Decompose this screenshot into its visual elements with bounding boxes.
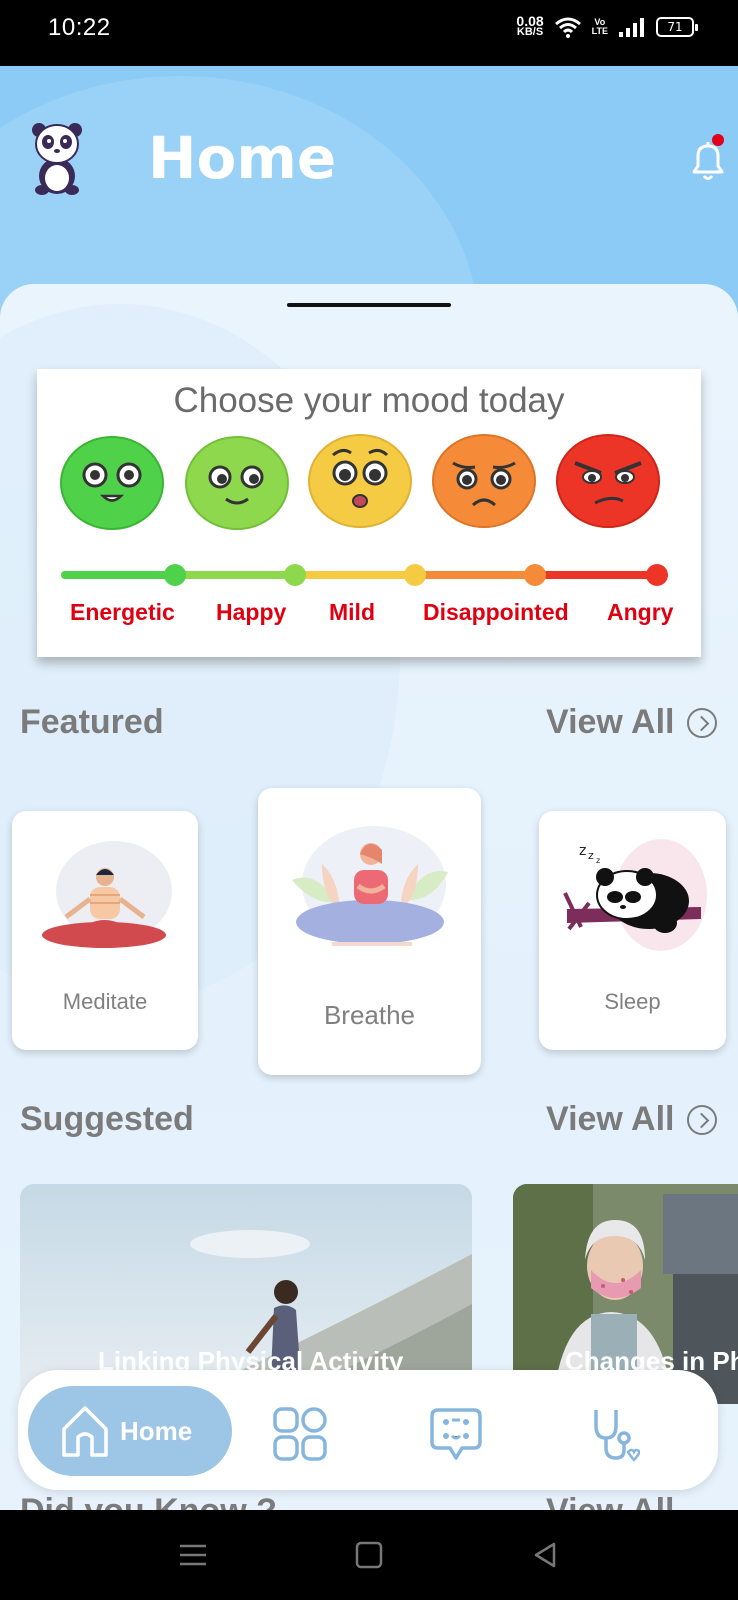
chevron-right-circle-icon <box>686 707 717 738</box>
mood-label-energetic[interactable]: Energetic <box>70 599 175 626</box>
svg-text:z: z <box>588 849 594 862</box>
status-icons: 0.08 KB/S Vo LTE 71 <box>516 14 698 38</box>
featured-label-breathe: Breathe <box>323 1000 416 1030</box>
wifi-icon <box>554 17 581 38</box>
happy-face-icon[interactable] <box>184 433 290 533</box>
tab-home-label: Home <box>120 1415 193 1446</box>
breathe-illustration-icon <box>292 826 448 946</box>
suggested-view-all-label: View All <box>546 1100 675 1138</box>
volte-bottom: LTE <box>591 26 608 36</box>
back-triangle-icon[interactable] <box>530 1540 560 1570</box>
sheet-grabber[interactable] <box>287 303 451 307</box>
energetic-face-icon[interactable] <box>59 433 165 533</box>
mood-label-happy[interactable]: Happy <box>216 599 286 626</box>
featured-card-breathe[interactable]: Breathe <box>258 788 481 1075</box>
tab-home[interactable]: Home <box>28 1386 232 1476</box>
net-speed: 0.08 KB/S <box>516 14 544 38</box>
disappointed-face-icon[interactable] <box>431 433 537 533</box>
home-icon <box>62 1406 108 1457</box>
bottom-tab-bar: Home <box>18 1370 718 1490</box>
meditate-illustration-icon <box>42 841 172 948</box>
featured-view-all[interactable]: View All <box>546 703 717 742</box>
mood-card: Choose your mood today Energetic Happy M… <box>37 369 701 657</box>
mood-title: Choose your mood today <box>173 381 565 420</box>
status-bar: 10:22 0.08 KB/S Vo LTE 71 <box>0 0 738 66</box>
suggested-view-all[interactable]: View All <box>546 1100 717 1139</box>
mood-label-mild[interactable]: Mild <box>329 599 375 626</box>
featured-title: Featured <box>20 703 164 741</box>
chat-bubble-icon[interactable] <box>428 1406 484 1462</box>
svg-text:z: z <box>579 843 586 859</box>
signal-icon <box>619 18 644 37</box>
net-speed-unit: KB/S <box>516 26 544 38</box>
mood-label-disappointed[interactable]: Disappointed <box>423 599 569 626</box>
volte-indicator: Vo LTE <box>592 18 608 36</box>
featured-card-sleep[interactable]: z z z Sleep <box>539 811 726 1050</box>
app-screen: 10:22 0.08 KB/S Vo LTE 71 Home Choose yo… <box>0 0 738 1600</box>
page-title: Home <box>148 124 337 192</box>
featured-label-sleep: Sleep <box>604 989 661 1014</box>
notification-badge <box>712 134 724 146</box>
dashboard-grid-icon[interactable] <box>272 1406 328 1462</box>
mood-slider[interactable] <box>59 563 671 587</box>
stethoscope-icon[interactable] <box>584 1406 640 1462</box>
bell-icon[interactable] <box>686 138 730 184</box>
battery-icon: 71 <box>656 17 698 37</box>
featured-card-meditate[interactable]: Meditate <box>12 811 198 1050</box>
sleep-illustration-icon: z z z <box>563 839 707 951</box>
featured-view-all-label: View All <box>546 703 675 741</box>
mild-face-icon[interactable] <box>307 433 413 533</box>
menu-icon[interactable] <box>178 1540 208 1570</box>
home-square-icon[interactable] <box>354 1540 384 1570</box>
system-nav-bar <box>0 1510 738 1600</box>
chevron-right-circle-icon <box>686 1104 717 1135</box>
suggested-title: Suggested <box>20 1100 194 1138</box>
status-time: 10:22 <box>48 14 111 41</box>
svg-text:z: z <box>596 856 600 865</box>
mood-label-angry[interactable]: Angry <box>607 599 673 626</box>
featured-label-meditate: Meditate <box>62 989 148 1014</box>
panda-logo-icon[interactable] <box>30 120 84 196</box>
angry-face-icon[interactable] <box>555 433 661 533</box>
